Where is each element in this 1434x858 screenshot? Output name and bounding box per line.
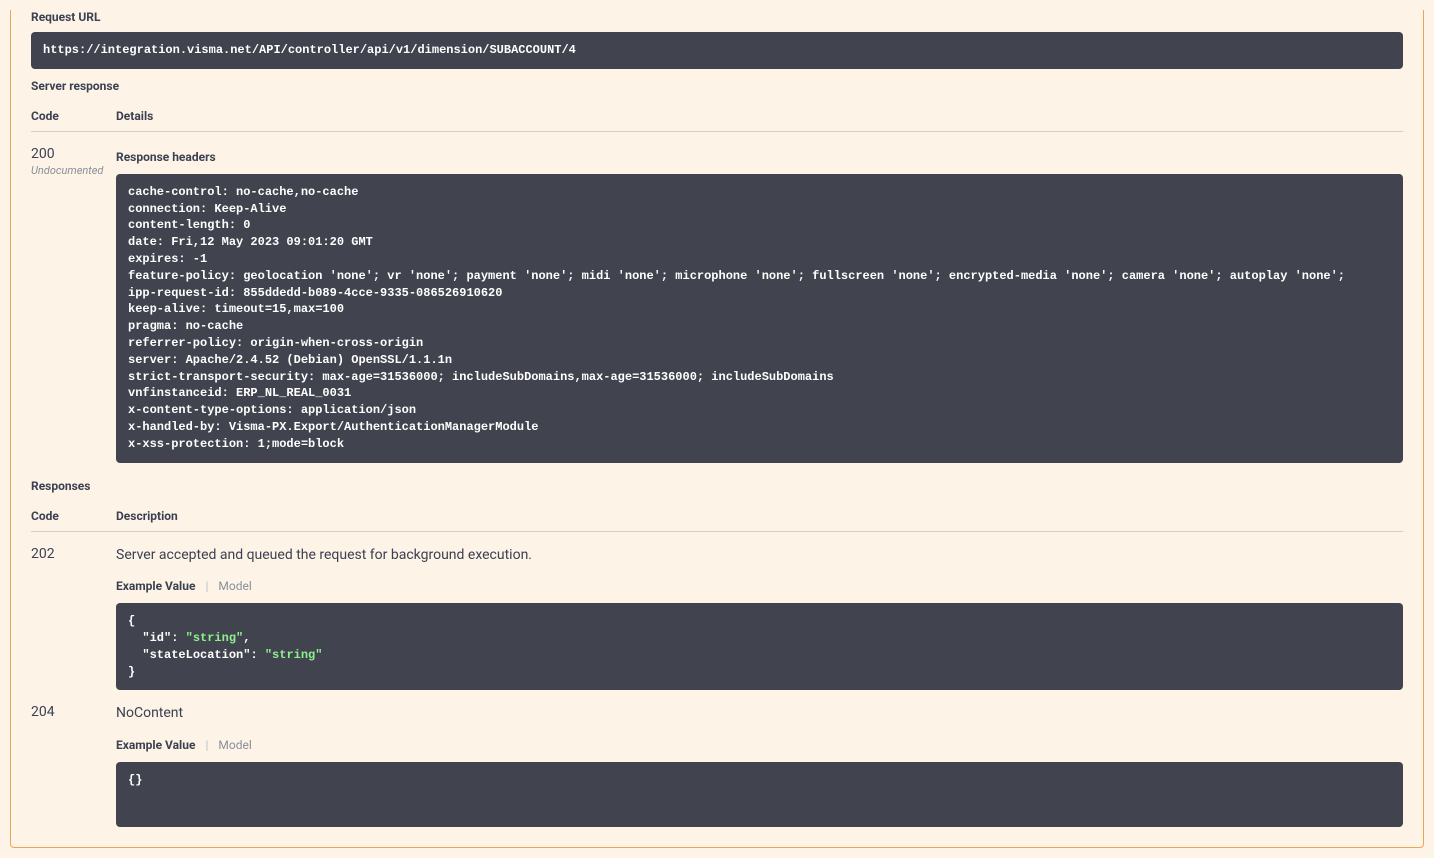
response-details-cell: Response headers cache-control: no-cache… [116,144,1403,463]
example-value-box-202[interactable]: { "id": "string", "stateLocation": "stri… [116,603,1403,690]
code-column-header-2: Code [31,509,116,523]
response-code-cell: 202 [31,544,116,691]
server-response-table-header: Code Details [31,101,1403,132]
example-value-box-204[interactable]: {} [116,762,1403,827]
response-details-cell: NoContent Example Value|Model {} [116,702,1403,827]
example-model-tabs: Example Value|Model [116,738,1403,752]
response-details-cell: Server accepted and queued the request f… [116,544,1403,691]
response-description: Server accepted and queued the request f… [116,546,1403,566]
tab-example-value[interactable]: Example Value [116,579,205,593]
undocumented-label: Undocumented [31,164,116,177]
response-code-202: 202 [31,546,55,562]
tab-model[interactable]: Model [218,579,261,593]
responses-label: Responses [31,479,1403,493]
responses-table-header: Code Description [31,501,1403,532]
response-code-cell: 204 [31,702,116,827]
response-headers-label: Response headers [116,150,1403,164]
details-column-header: Details [116,109,1403,123]
server-response-label: Server response [31,79,1403,93]
tab-separator: | [205,579,218,593]
request-url-label: Request URL [31,10,1403,24]
tab-separator: | [205,738,218,752]
response-row: 202 Server accepted and queued the reque… [31,532,1403,691]
response-code-cell: 200 Undocumented [31,144,116,463]
code-column-header: Code [31,109,116,123]
example-model-tabs: Example Value|Model [116,579,1403,593]
response-code: 200 [31,146,55,162]
description-column-header: Description [116,509,1403,523]
server-response-row: 200 Undocumented Response headers cache-… [31,132,1403,463]
response-row: 204 NoContent Example Value|Model {} [31,690,1403,827]
request-url-box[interactable]: https://integration.visma.net/API/contro… [31,32,1403,69]
response-code-204: 204 [31,704,55,720]
tab-model[interactable]: Model [218,738,261,752]
response-headers-box[interactable]: cache-control: no-cache,no-cache connect… [116,174,1403,463]
response-description: NoContent [116,704,1403,724]
tab-example-value[interactable]: Example Value [116,738,205,752]
api-response-panel: Request URL https://integration.visma.ne… [10,10,1424,848]
